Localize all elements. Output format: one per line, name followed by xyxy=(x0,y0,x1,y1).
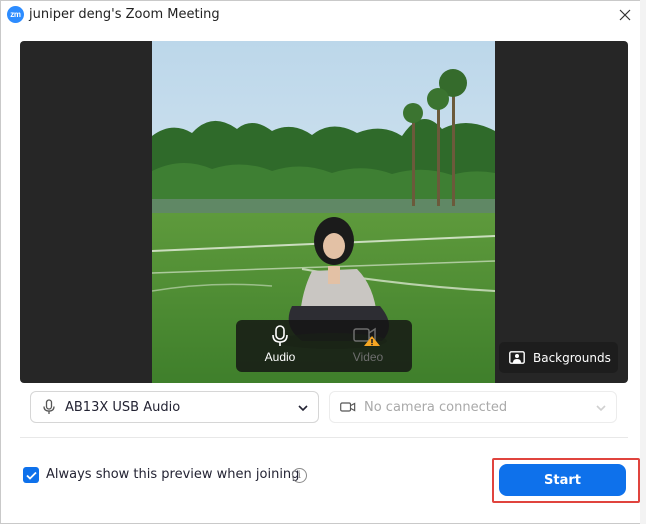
video-label: Video xyxy=(352,350,384,364)
always-show-preview-label: Always show this preview when joining xyxy=(46,467,300,482)
zoom-logo-icon: zm xyxy=(7,6,24,23)
video-button[interactable]: Video xyxy=(324,320,412,372)
audio-label: Audio xyxy=(264,350,296,364)
title-bar: zm juniper deng's Zoom Meeting xyxy=(1,1,645,29)
window-edge xyxy=(640,0,646,524)
start-button[interactable]: Start xyxy=(499,464,626,496)
close-button[interactable] xyxy=(615,5,635,25)
zoom-preview-window: zm juniper deng's Zoom Meeting Audio Vid… xyxy=(0,0,646,524)
always-show-preview-checkbox[interactable] xyxy=(23,467,39,483)
backgrounds-label: Backgrounds xyxy=(533,350,611,365)
camera-icon xyxy=(353,327,380,346)
chevron-down-icon xyxy=(596,405,606,412)
divider xyxy=(20,437,628,438)
audio-device-value: AB13X USB Audio xyxy=(65,399,181,415)
audio-device-select[interactable]: AB13X USB Audio xyxy=(30,391,319,423)
checkmark-icon xyxy=(25,471,37,480)
video-device-value: No camera connected xyxy=(364,399,508,415)
microphone-icon xyxy=(272,325,288,346)
video-device-select[interactable]: No camera connected xyxy=(329,391,617,423)
close-icon xyxy=(619,9,631,21)
window-title: juniper deng's Zoom Meeting xyxy=(29,7,220,22)
person-frame-icon xyxy=(509,351,525,364)
backgrounds-button[interactable]: Backgrounds xyxy=(499,342,618,373)
video-preview: Audio Video Backgrounds xyxy=(20,41,628,383)
audio-video-controls: Audio Video xyxy=(236,320,412,372)
info-icon[interactable]: i xyxy=(292,468,307,483)
audio-button[interactable]: Audio xyxy=(236,320,324,372)
microphone-icon xyxy=(41,399,57,415)
chevron-down-icon xyxy=(298,405,308,412)
camera-icon xyxy=(340,399,356,415)
